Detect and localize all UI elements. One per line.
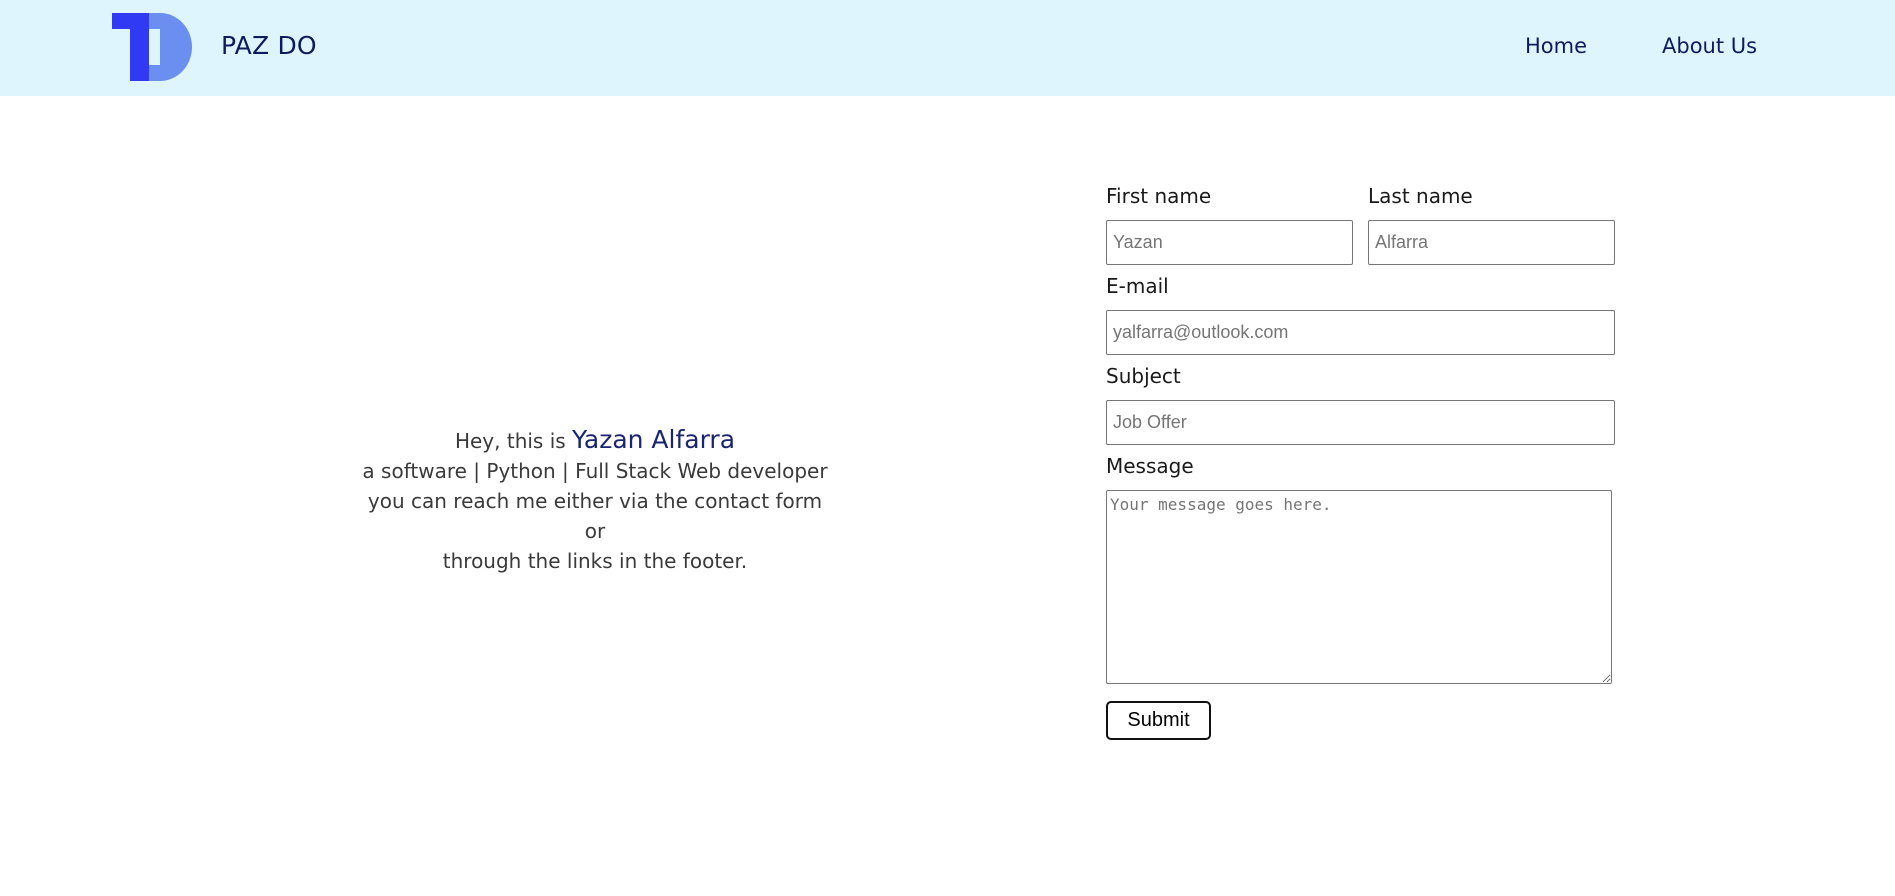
intro-greeting-line: Hey, this is Yazan Alfarra (360, 425, 830, 456)
nav-link-about-us[interactable]: About Us (1662, 34, 1757, 58)
subject-input[interactable] (1106, 400, 1615, 445)
subject-label: Subject (1106, 364, 1181, 388)
message-textarea[interactable] (1106, 490, 1612, 684)
intro-name: Yazan Alfarra (572, 425, 736, 454)
intro-text: Hey, this is Yazan Alfarra a software | … (360, 425, 830, 576)
last-name-label: Last name (1368, 184, 1473, 208)
logo-icon[interactable] (112, 13, 192, 81)
email-label: E-mail (1106, 274, 1169, 298)
message-label: Message (1106, 454, 1194, 478)
intro-line: through the links in the footer. (442, 549, 748, 573)
intro-greeting: Hey, this is (454, 429, 566, 453)
intro-line: you can reach me either via the contact … (367, 489, 823, 543)
nav-link-home[interactable]: Home (1525, 34, 1587, 58)
first-name-input[interactable] (1106, 220, 1353, 265)
navbar: PAZ DO Home About Us (0, 0, 1895, 96)
submit-button[interactable]: Submit (1106, 701, 1211, 740)
intro-line: a software | Python | Full Stack Web dev… (362, 459, 828, 483)
last-name-input[interactable] (1368, 220, 1615, 265)
email-input[interactable] (1106, 310, 1615, 355)
first-name-label: First name (1106, 184, 1212, 208)
brand-name[interactable]: PAZ DO (221, 31, 317, 60)
